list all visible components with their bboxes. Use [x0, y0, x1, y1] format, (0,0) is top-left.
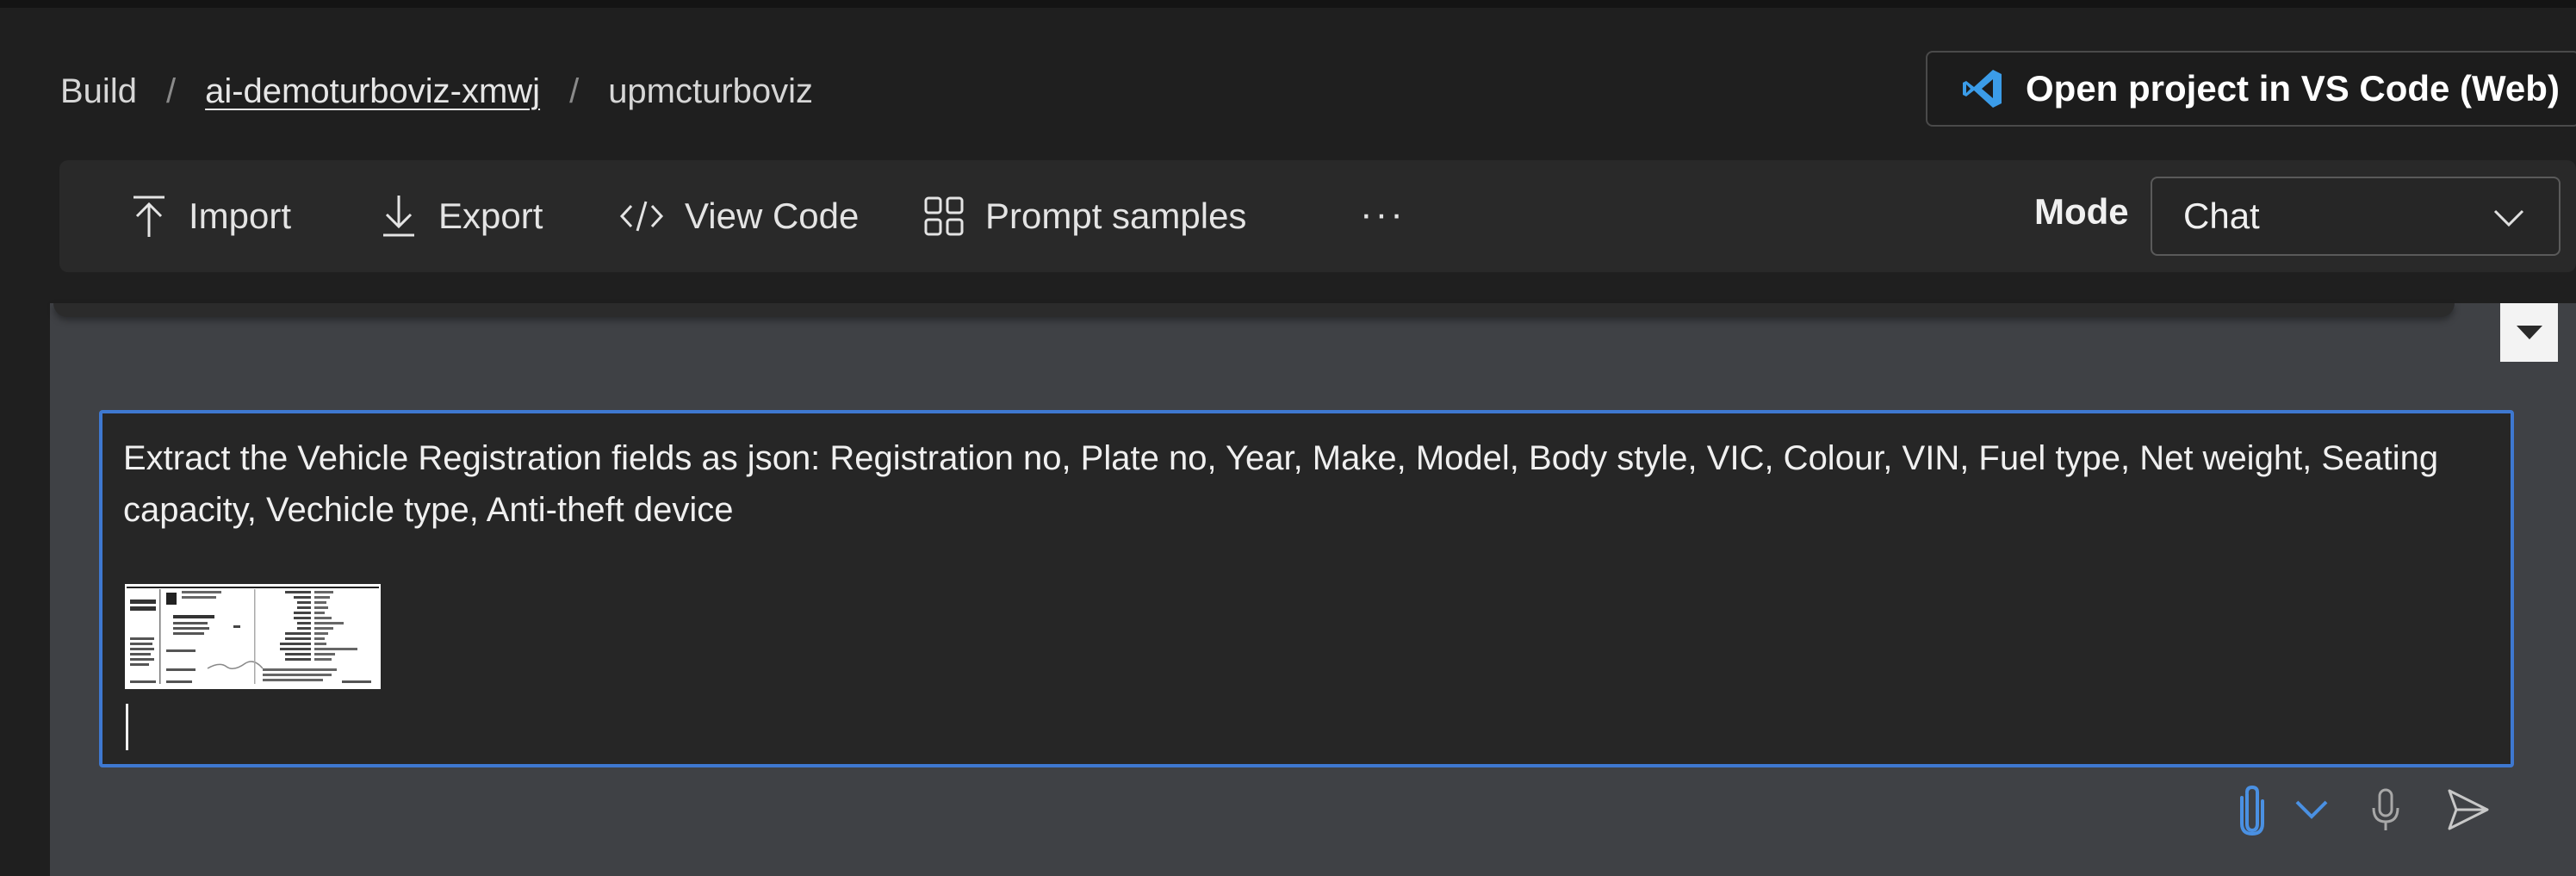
- export-label: Export: [438, 196, 543, 236]
- prompt-samples-label: Prompt samples: [985, 196, 1247, 236]
- top-strip: [0, 0, 2576, 8]
- send-icon: [2448, 789, 2489, 830]
- attach-button[interactable]: [2238, 784, 2267, 836]
- chevron-down-icon: [2493, 209, 2524, 227]
- import-label: Import: [189, 196, 292, 236]
- attach-menu-button[interactable]: [2294, 798, 2329, 822]
- send-button[interactable]: [2446, 787, 2491, 832]
- document-thumbnail: [125, 584, 381, 689]
- upload-icon: [133, 196, 164, 237]
- chevron-down-icon: [2295, 800, 2328, 819]
- view-code-button[interactable]: View Code: [619, 160, 859, 272]
- text-cursor: [126, 704, 128, 750]
- breadcrumb-current: upmcturboviz: [608, 71, 814, 110]
- microphone-icon: [2372, 788, 2399, 830]
- breadcrumb-root[interactable]: Build: [60, 72, 137, 111]
- scroll-down-button[interactable]: [2500, 303, 2558, 362]
- microphone-button[interactable]: [2370, 787, 2401, 834]
- vscode-icon: [1963, 70, 2002, 108]
- more-icon[interactable]: ···: [1360, 193, 1406, 236]
- mode-value: Chat: [2183, 196, 2260, 236]
- export-button[interactable]: Export: [380, 160, 543, 272]
- prompt-samples-button[interactable]: Prompt samples: [923, 160, 1246, 272]
- previous-message-card: [53, 303, 2455, 317]
- attachment-thumbnail[interactable]: [125, 584, 381, 689]
- open-vscode-label: Open project in VS Code (Web): [2026, 68, 2560, 109]
- breadcrumb-project-link[interactable]: ai-demoturboviz-xmwj: [205, 72, 540, 111]
- view-code-label: View Code: [685, 196, 860, 236]
- breadcrumb-separator: /: [569, 71, 580, 110]
- mode-label: Mode: [2034, 191, 2129, 232]
- download-icon: [383, 196, 414, 237]
- grid-icon: [924, 196, 964, 236]
- code-icon: [619, 201, 664, 232]
- breadcrumb: Build / ai-demoturboviz-xmwj / upmcturbo…: [60, 67, 813, 115]
- import-button[interactable]: Import: [130, 160, 291, 272]
- paperclip-icon: [2240, 785, 2264, 836]
- mode-select[interactable]: Chat: [2151, 177, 2560, 256]
- open-vscode-button[interactable]: Open project in VS Code (Web): [1926, 51, 2576, 127]
- prompt-text[interactable]: Extract the Vehicle Registration fields …: [123, 432, 2483, 536]
- scroll-down-icon: [2516, 326, 2542, 339]
- breadcrumb-separator: /: [165, 71, 177, 110]
- chat-input[interactable]: Extract the Vehicle Registration fields …: [99, 410, 2514, 767]
